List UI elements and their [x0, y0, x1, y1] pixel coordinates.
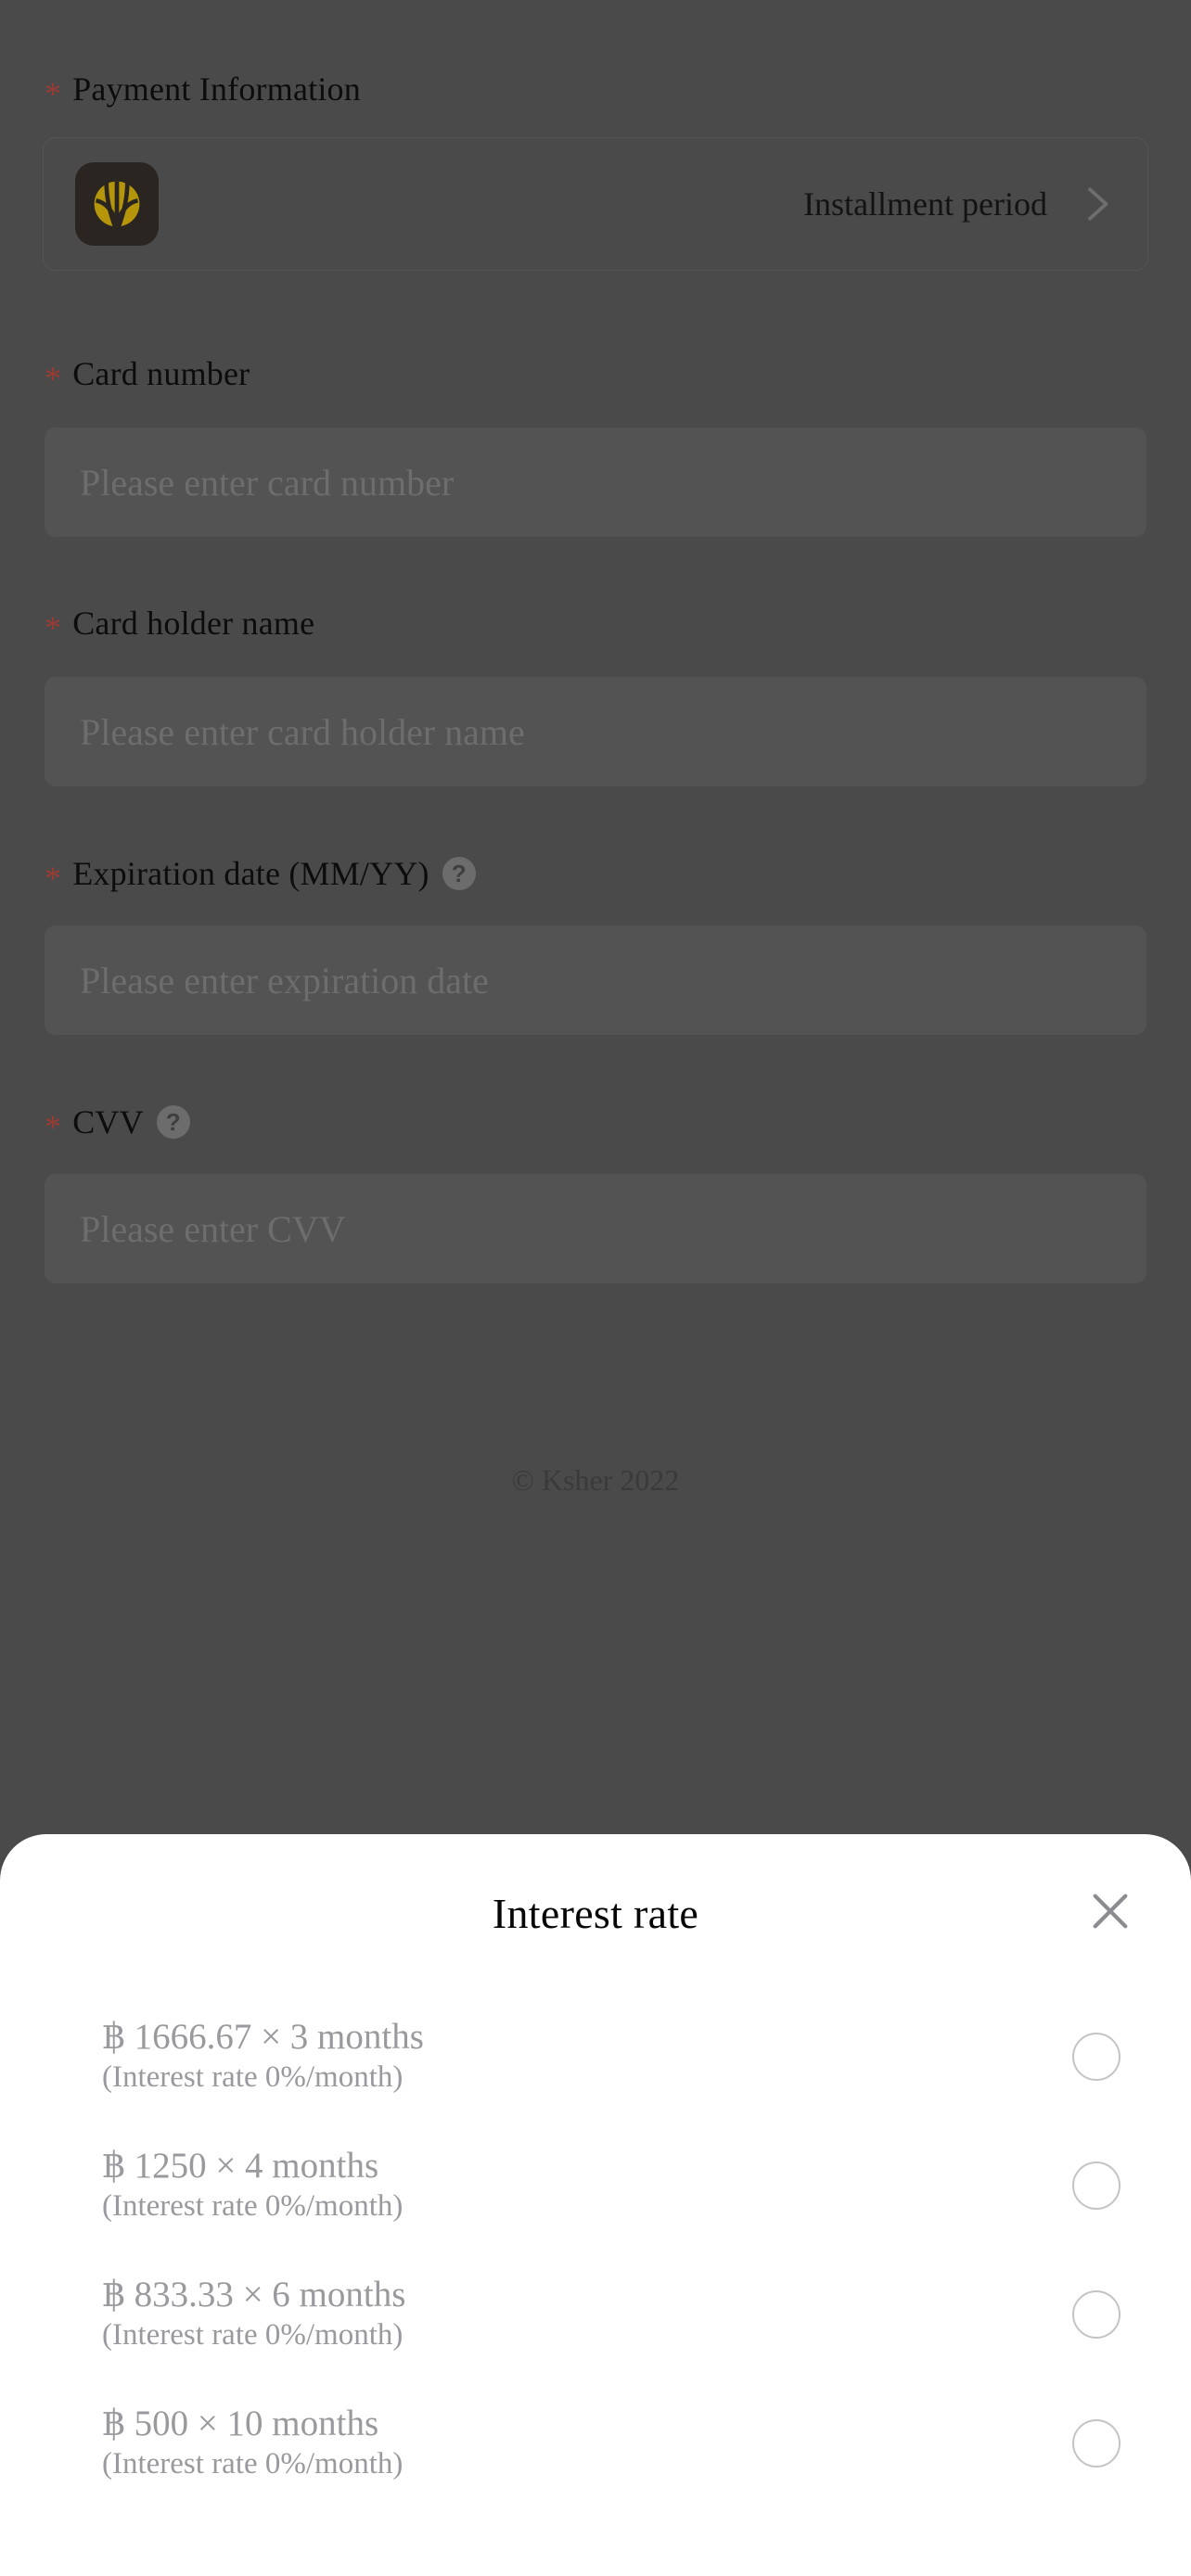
payment-information-label: * Payment Information: [45, 70, 361, 110]
chevron-right-icon: [1077, 185, 1116, 223]
option-interest-rate: (Interest rate 0%/month): [102, 2060, 403, 2095]
field-cvv: * CVV ? Please enter CVV: [45, 1105, 1146, 1283]
field-expiration-date: * Expiration date (MM/YY) ? Please enter…: [45, 857, 1146, 1035]
required-asterisk: *: [45, 609, 62, 646]
cvv-label: * CVV ?: [45, 1103, 1146, 1143]
expiration-date-label: * Expiration date (MM/YY) ?: [45, 855, 1146, 895]
expiration-date-label-text: Expiration date (MM/YY): [72, 855, 429, 892]
option-radio[interactable]: [1072, 2161, 1121, 2210]
payment-information-label-text: Payment Information: [72, 70, 361, 108]
option-radio[interactable]: [1072, 2289, 1121, 2339]
installment-period-row[interactable]: Installment period: [43, 137, 1148, 271]
option-texts: ฿ 1666.67 × 3 months (Interest rate 0%/m…: [102, 2016, 1072, 2096]
card-number-label: * Card number: [45, 355, 1146, 395]
expiration-date-placeholder: Please enter expiration date: [80, 959, 489, 1001]
option-texts: ฿ 500 × 10 months (Interest rate 0%/mont…: [102, 2403, 1072, 2482]
sheet-title: Interest rate: [492, 1889, 699, 1937]
krungsri-bank-logo: [75, 162, 159, 246]
card-number-placeholder: Please enter card number: [80, 461, 455, 504]
required-asterisk: *: [45, 75, 62, 112]
installment-option-row[interactable]: ฿ 833.33 × 6 months (Interest rate 0%/mo…: [0, 2250, 1191, 2378]
option-texts: ฿ 1250 × 4 months (Interest rate 0%/mont…: [102, 2145, 1072, 2225]
option-radio[interactable]: [1072, 2032, 1121, 2081]
interest-rate-sheet: Interest rate ฿ 1666.67 × 3 months (Inte…: [0, 1834, 1191, 2576]
option-interest-rate: (Interest rate 0%/month): [102, 2189, 403, 2224]
card-number-label-text: Card number: [72, 355, 250, 392]
expiration-date-input[interactable]: Please enter expiration date: [45, 925, 1146, 1035]
cvv-input[interactable]: Please enter CVV: [45, 1174, 1146, 1283]
installment-option-row[interactable]: ฿ 1250 × 4 months (Interest rate 0%/mont…: [0, 2121, 1191, 2250]
payment-page: * Payment Information Installment period: [0, 0, 1191, 2576]
option-texts: ฿ 833.33 × 6 months (Interest rate 0%/mo…: [102, 2274, 1072, 2353]
close-icon[interactable]: [1078, 1879, 1143, 1944]
installment-option-row[interactable]: ฿ 500 × 10 months (Interest rate 0%/mont…: [0, 2378, 1191, 2507]
cvv-placeholder: Please enter CVV: [80, 1207, 346, 1250]
installment-period-label: Installment period: [803, 185, 1047, 223]
option-amount-months: ฿ 500 × 10 months: [102, 2404, 379, 2444]
cvv-help-icon[interactable]: ?: [156, 1105, 190, 1139]
card-holder-name-label-text: Card holder name: [72, 605, 315, 642]
option-amount-months: ฿ 1250 × 4 months: [102, 2146, 379, 2187]
field-card-holder-name: * Card holder name Please enter card hol…: [45, 606, 1146, 786]
installment-option-list: ฿ 1666.67 × 3 months (Interest rate 0%/m…: [0, 1992, 1191, 2507]
footer-copyright: © Ksher 2022: [511, 1463, 680, 1497]
field-card-number: * Card number Please enter card number: [45, 357, 1146, 537]
required-asterisk: *: [45, 360, 62, 397]
option-amount-months: ฿ 833.33 × 6 months: [102, 2275, 406, 2315]
cvv-label-text: CVV: [72, 1103, 144, 1141]
option-amount-months: ฿ 1666.67 × 3 months: [102, 2017, 424, 2058]
option-interest-rate: (Interest rate 0%/month): [102, 2447, 403, 2481]
required-asterisk: *: [45, 860, 62, 897]
card-holder-name-label: * Card holder name: [45, 605, 1146, 644]
card-number-input[interactable]: Please enter card number: [45, 427, 1146, 537]
installment-option-row[interactable]: ฿ 1666.67 × 3 months (Interest rate 0%/m…: [0, 1992, 1191, 2121]
option-radio[interactable]: [1072, 2418, 1121, 2468]
option-interest-rate: (Interest rate 0%/month): [102, 2318, 403, 2353]
card-holder-name-placeholder: Please enter card holder name: [80, 710, 525, 753]
card-holder-name-input[interactable]: Please enter card holder name: [45, 677, 1146, 786]
required-asterisk: *: [45, 1108, 62, 1145]
expiration-date-help-icon[interactable]: ?: [442, 857, 476, 890]
sheet-header: Interest rate: [0, 1834, 1191, 1992]
